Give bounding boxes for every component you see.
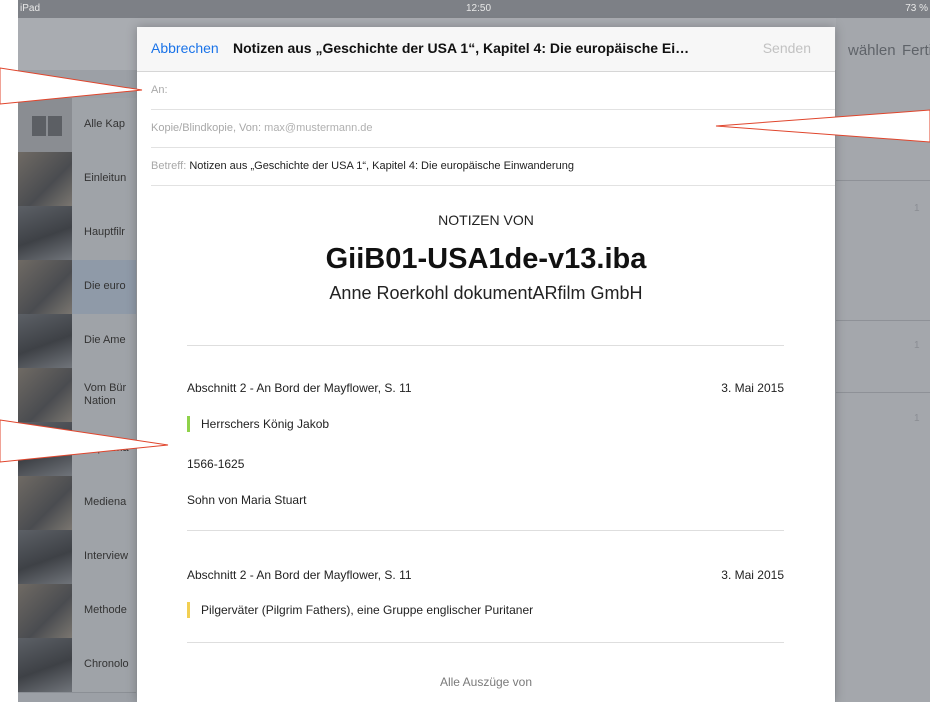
callout-to-field [0,67,143,105]
callout-note [0,419,169,463]
callout-cc-field [715,109,930,143]
annotation-callouts [0,67,930,463]
